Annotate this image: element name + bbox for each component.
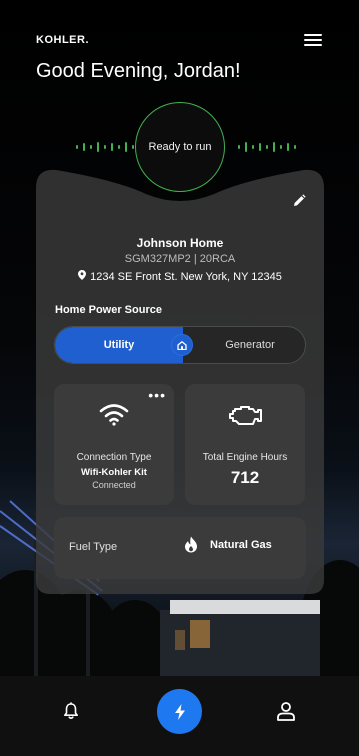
fuel-label: Fuel Type bbox=[69, 541, 118, 553]
engine-icon bbox=[229, 406, 262, 425]
engine-hours-value: 712 bbox=[230, 468, 260, 487]
location-pin-icon bbox=[78, 270, 87, 280]
connection-tile[interactable]: ••• Connection Type Wifi-Kohler Kit Conn… bbox=[54, 384, 174, 505]
power-button[interactable] bbox=[157, 689, 202, 734]
menu-icon bbox=[304, 34, 322, 36]
notifications-button[interactable] bbox=[63, 702, 79, 725]
connection-type: Wifi-Kohler Kit bbox=[81, 467, 147, 478]
profile-button[interactable] bbox=[276, 701, 296, 726]
generator-status[interactable]: Ready to run bbox=[135, 102, 225, 192]
fuel-value-group: Natural Gas bbox=[184, 536, 272, 553]
edit-icon[interactable] bbox=[292, 194, 306, 208]
connection-label: Connection Type bbox=[76, 452, 152, 463]
generator-option[interactable]: Generator bbox=[193, 327, 305, 363]
home-name: Johnson Home bbox=[136, 236, 224, 250]
bolt-icon bbox=[174, 703, 185, 720]
connection-state: Connected bbox=[92, 480, 136, 490]
bottom-nav bbox=[0, 676, 359, 756]
more-options-button[interactable]: ••• bbox=[148, 388, 166, 402]
power-source-toggle[interactable]: Utility Generator bbox=[54, 326, 306, 364]
pulse-left bbox=[76, 141, 134, 153]
utility-option[interactable]: Utility bbox=[55, 327, 183, 363]
fuel-value: Natural Gas bbox=[210, 538, 272, 551]
generator-label: Generator bbox=[225, 339, 275, 351]
address-line: 1234 SE Front St. New York, NY 12345 bbox=[36, 270, 324, 283]
brand-logo: KOHLER. bbox=[36, 34, 89, 46]
model-number: SGM327MP2 | 20RCA bbox=[124, 253, 236, 265]
house-icon bbox=[177, 340, 187, 350]
app-screen: KOHLER. Good Evening, Jordan! Ready to r… bbox=[0, 0, 359, 756]
flame-icon bbox=[185, 536, 197, 553]
menu-button[interactable] bbox=[304, 34, 322, 48]
greeting: Good Evening, Jordan! bbox=[36, 60, 241, 82]
wifi-icon bbox=[99, 404, 129, 426]
home-card: Johnson Home SGM327MP2 | 20RCA 1234 SE F… bbox=[36, 160, 324, 594]
fuel-tile[interactable]: Fuel Type Natural Gas bbox=[54, 517, 306, 579]
toggle-knob[interactable] bbox=[171, 334, 193, 356]
power-source-title: Home Power Source bbox=[55, 304, 162, 316]
status-label: Ready to run bbox=[148, 141, 212, 153]
engine-hours-tile[interactable]: Total Engine Hours 712 bbox=[185, 384, 305, 505]
user-icon bbox=[277, 702, 295, 721]
utility-label: Utility bbox=[103, 339, 135, 351]
pulse-right bbox=[238, 141, 296, 153]
address-text: 1234 SE Front St. New York, NY 12345 bbox=[90, 271, 282, 283]
bell-icon bbox=[64, 702, 78, 719]
engine-hours-label: Total Engine Hours bbox=[202, 452, 288, 463]
